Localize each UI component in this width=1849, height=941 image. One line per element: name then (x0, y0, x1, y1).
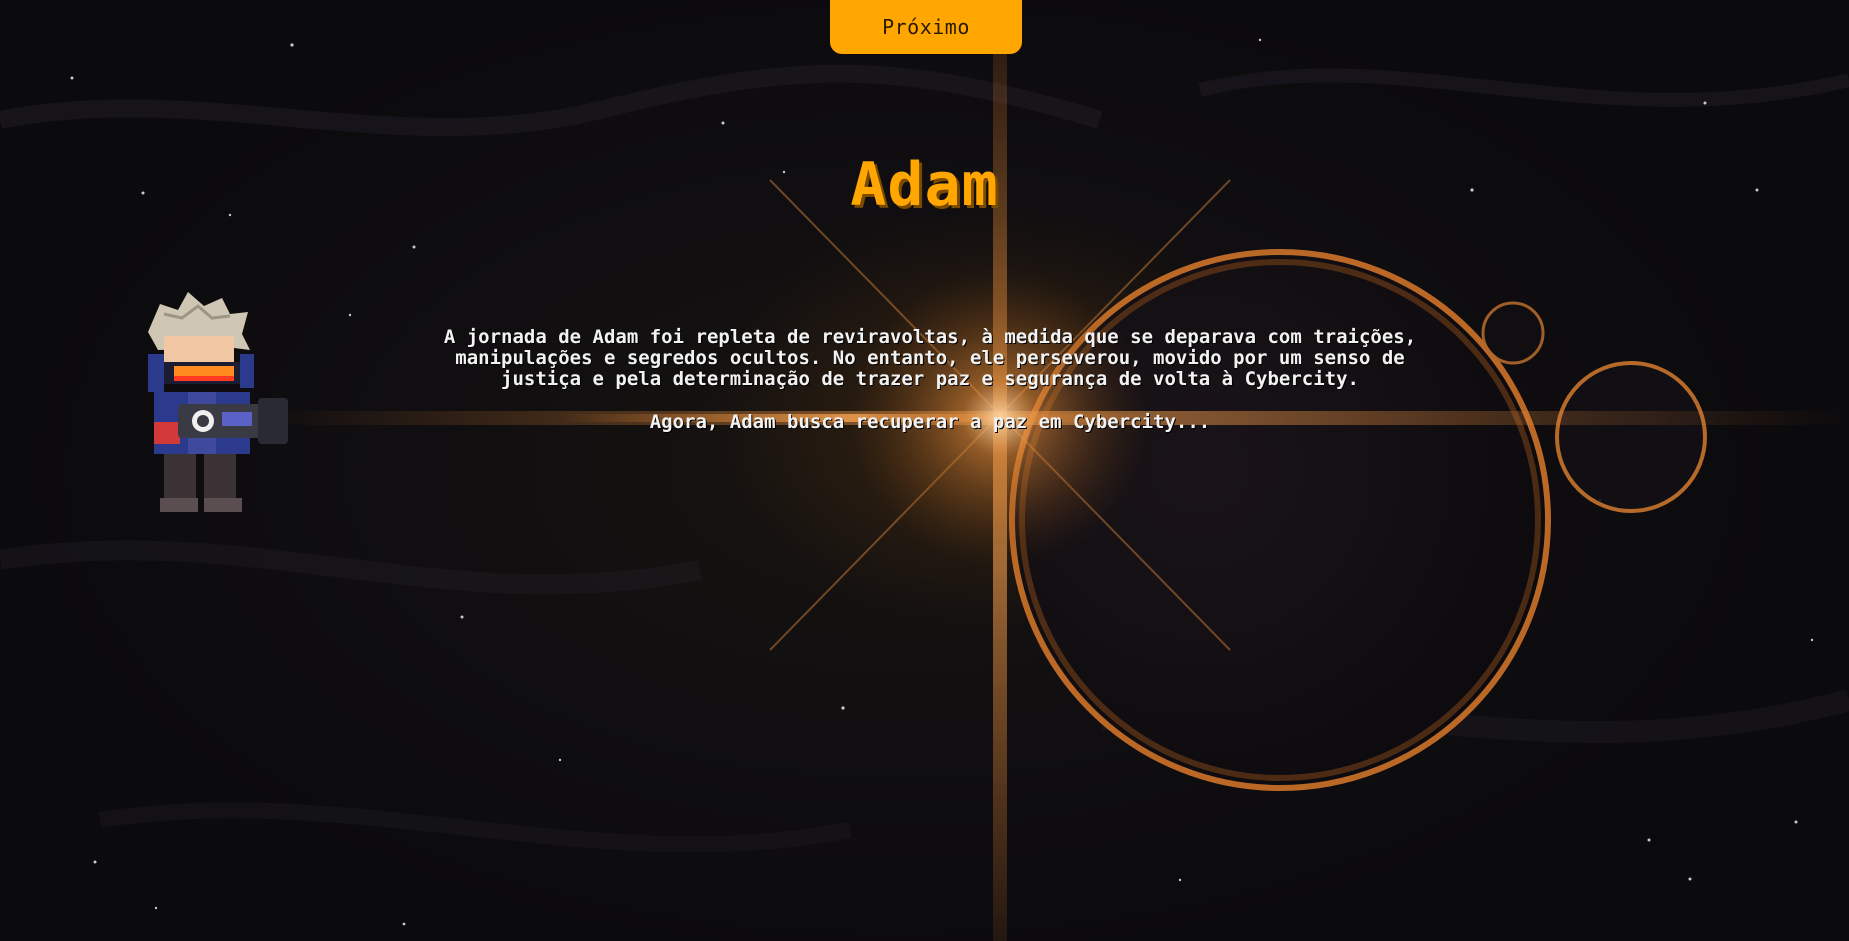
story-paragraph: Agora, Adam busca recuperar a paz em Cyb… (649, 411, 1211, 433)
space-background: Próximo Adam A jornada de Adam foi reple… (0, 0, 1849, 941)
next-button[interactable]: Próximo (830, 0, 1022, 54)
character-name-title: Adam (850, 150, 999, 220)
story-text: A jornada de Adam foi repleta de revirav… (430, 327, 1430, 455)
character-sprite-icon (148, 292, 288, 512)
story-paragraph: A jornada de Adam foi repleta de revirav… (443, 326, 1417, 390)
